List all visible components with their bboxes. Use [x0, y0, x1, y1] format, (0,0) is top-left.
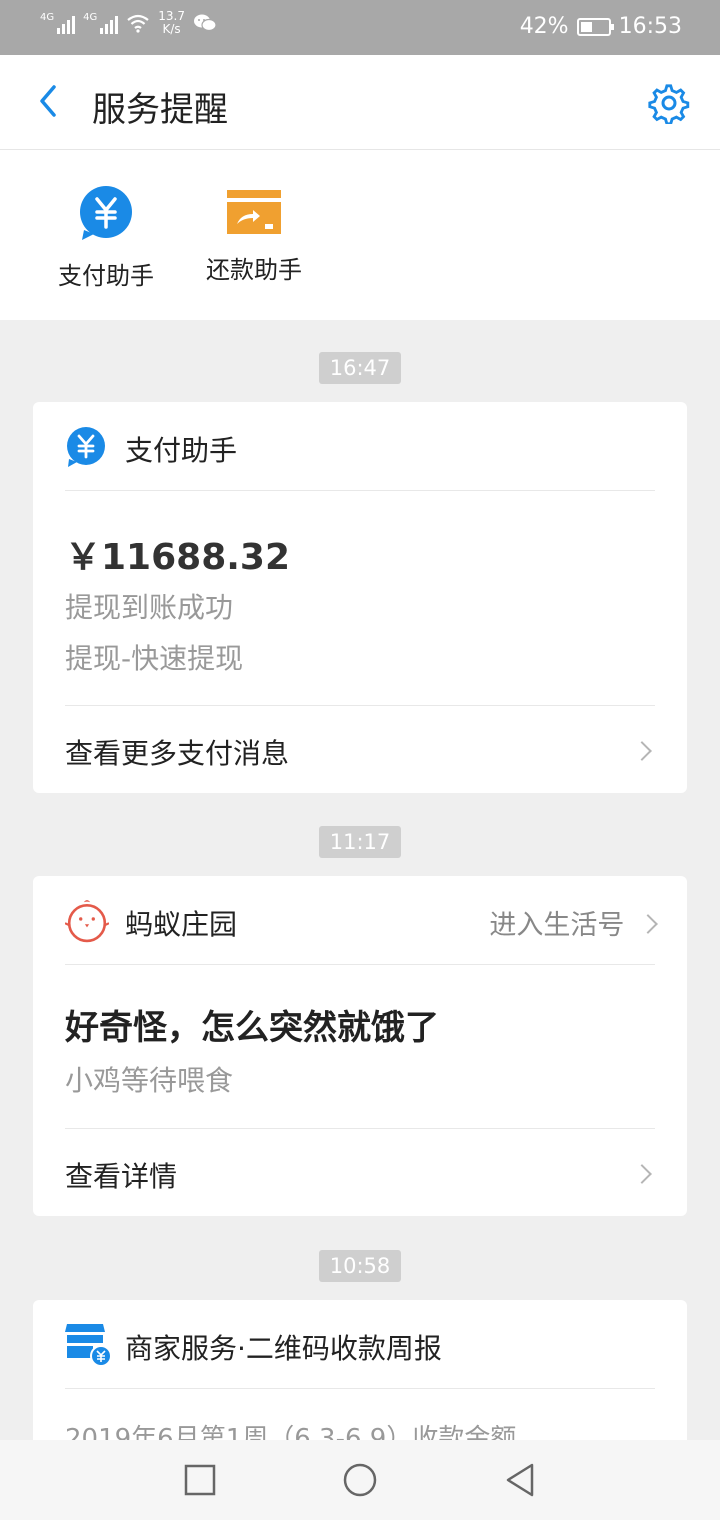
card-source: 商家服务·二维码收款周报 [125, 1332, 442, 1365]
wifi-icon [127, 14, 149, 33]
amount: ￥11688.32 [65, 537, 291, 578]
yuan-bubble-icon [80, 186, 132, 240]
recent-apps-button[interactable] [184, 1464, 216, 1496]
link-label: 查看更多支付消息 [65, 737, 290, 770]
network-type: 4G [40, 12, 55, 23]
battery-icon [576, 17, 614, 36]
clock: 16:53 [618, 14, 682, 39]
network-type: 4G [83, 12, 98, 23]
card-header: 支付助手 [65, 402, 655, 491]
speed-unit: K/s [162, 22, 181, 36]
card-header: 商家服务·二维码收款周报 [65, 1300, 655, 1389]
chevron-right-icon [638, 913, 658, 934]
battery-fill [580, 21, 592, 32]
enter-label: 进入生活号 [489, 910, 625, 941]
yuan-bubble-icon [67, 427, 105, 467]
wechat-icon [193, 14, 217, 32]
shortcut-repay-assistant[interactable]: 还款助手 [189, 186, 319, 285]
ant-farm-card[interactable]: 蚂蚁庄园 进入生活号 好奇怪，怎么突然就饿了 小鸡等待喂食 查看详情 [33, 876, 687, 1216]
card-source: 支付助手 [125, 434, 238, 467]
gear-icon[interactable] [648, 82, 690, 124]
card-source: 蚂蚁庄园 [125, 908, 238, 941]
chevron-right-icon [632, 1164, 652, 1184]
back-button[interactable] [504, 1462, 536, 1498]
subline: 小鸡等待喂食 [65, 1064, 234, 1097]
shortcut-label: 支付助手 [58, 262, 154, 290]
shortcut-pay-assistant[interactable]: 支付助手 [41, 186, 171, 291]
card-header: 蚂蚁庄园 进入生活号 [65, 876, 658, 965]
page-title: 服务提醒 [92, 90, 228, 130]
link-label: 查看详情 [65, 1160, 178, 1193]
timestamp-pill: 16:47 [319, 352, 401, 384]
shortcut-label: 还款助手 [206, 256, 302, 284]
status-text: 提现到账成功 [65, 591, 234, 624]
status-bar: 4G 4G 13.7 K/s 42% 16:53 [0, 0, 720, 55]
more-pay-messages-link[interactable]: 查看更多支付消息 [65, 705, 655, 794]
back-arrow-icon[interactable] [30, 81, 70, 121]
assistant-shortcuts: 支付助手 还款助手 [0, 150, 720, 320]
merchant-store-icon [65, 1324, 111, 1367]
enter-life-account-link[interactable]: 进入生活号 [489, 903, 658, 942]
signal-icon: 4G [83, 12, 119, 34]
detail-text: 提现-快速提现 [65, 642, 244, 675]
chick-icon [65, 900, 109, 943]
timestamp-pill: 10:58 [319, 1250, 401, 1282]
system-nav-bar [0, 1440, 720, 1520]
signal-icon: 4G [40, 12, 76, 34]
pay-assistant-card[interactable]: 支付助手 ￥11688.32 提现到账成功 提现-快速提现 查看更多支付消息 [33, 402, 687, 793]
timestamp-pill: 11:17 [319, 826, 401, 858]
headline: 好奇怪，怎么突然就饿了 [65, 1008, 439, 1048]
home-button[interactable] [342, 1462, 378, 1498]
battery-percent: 42% [519, 14, 569, 39]
network-speed: 13.7 K/s [158, 10, 185, 36]
title-bar: 服务提醒 [0, 55, 720, 150]
repay-card-icon [227, 190, 281, 234]
chevron-right-icon [632, 741, 652, 761]
view-details-link[interactable]: 查看详情 [65, 1128, 655, 1217]
